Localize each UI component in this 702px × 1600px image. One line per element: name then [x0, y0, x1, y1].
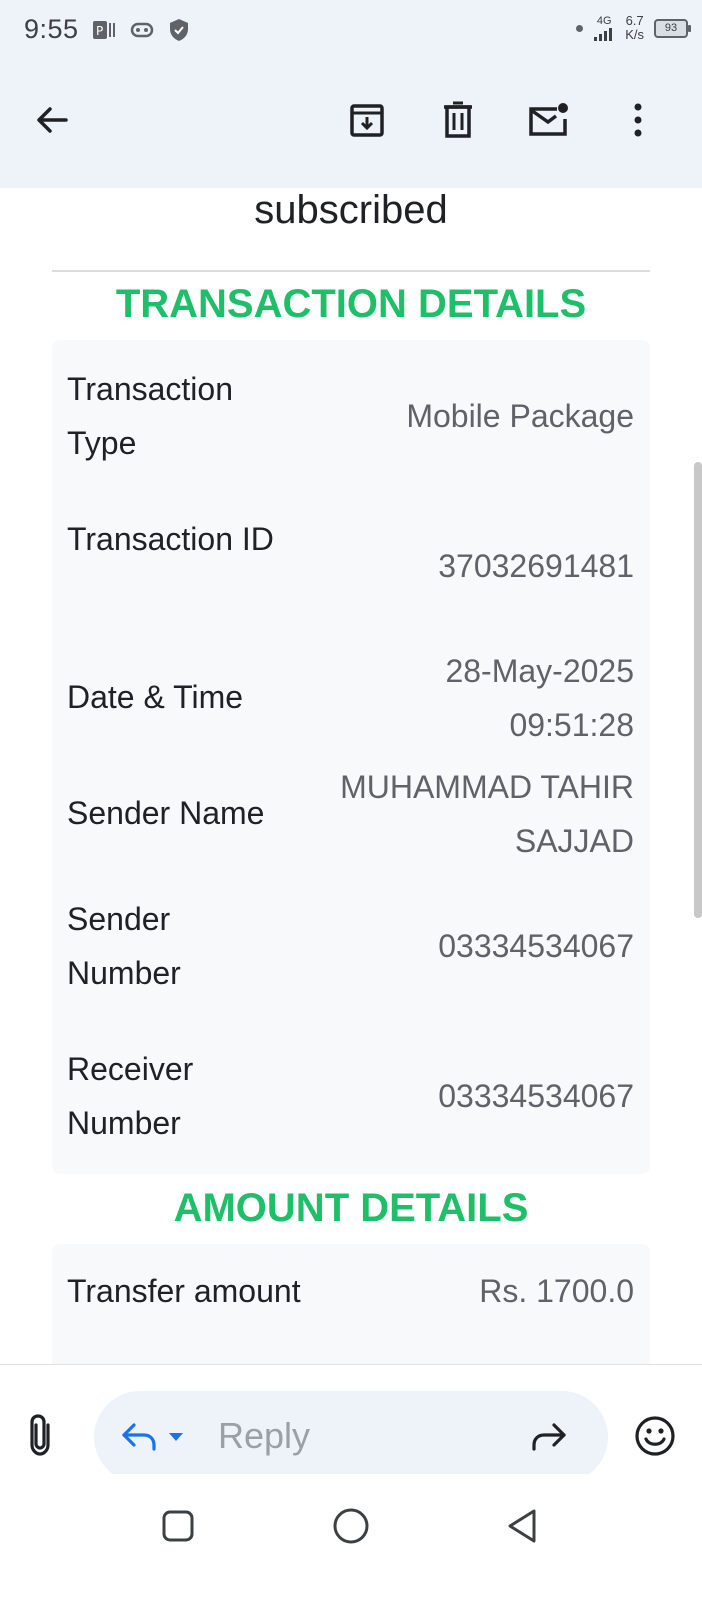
intro-text: subscribed	[254, 188, 448, 232]
gamepad-icon	[130, 22, 154, 38]
status-bar: 9:55 P 4G 6.7 K/s 93	[0, 0, 702, 66]
archive-icon	[350, 104, 384, 137]
home-button[interactable]	[331, 1506, 371, 1551]
row-label: Sender Number	[67, 901, 181, 991]
system-nav-bar	[0, 1474, 702, 1600]
row-value: MUHAMMAD TAHIR SAJJAD	[340, 769, 634, 859]
chevron-down-icon	[169, 1433, 183, 1441]
row-value: Rs. 1700.0	[479, 1273, 634, 1309]
amount-details-card: Transfer amount Rs. 1700.0	[52, 1244, 650, 1364]
notification-dot	[576, 24, 584, 32]
signal-indicator: 4G	[593, 14, 615, 41]
battery-icon: 93	[654, 18, 691, 38]
mark-unread-button[interactable]	[525, 96, 573, 144]
svg-text:P: P	[96, 24, 103, 38]
reply-input[interactable]: Reply	[94, 1391, 608, 1483]
network-speed: 6.7 K/s	[625, 14, 644, 42]
network-type: 4G	[596, 14, 612, 27]
archive-button[interactable]	[343, 96, 391, 144]
forward-button[interactable]	[530, 1421, 568, 1458]
reply-placeholder: Reply	[218, 1415, 311, 1456]
row-value: 37032691481	[438, 548, 634, 584]
attach-button[interactable]	[26, 1413, 66, 1461]
transaction-details-title: TRANSACTION DETAILS	[115, 282, 587, 326]
recents-icon	[162, 1510, 194, 1542]
battery-level: 93	[664, 21, 678, 34]
status-notification-icons: P	[92, 18, 190, 42]
emoji-icon	[635, 1416, 675, 1456]
back-triangle-icon	[508, 1509, 536, 1543]
status-right-icons: 4G 6.7 K/s 93	[576, 14, 691, 42]
mark-unread-icon	[529, 103, 568, 136]
email-body: subscribed TRANSACTION DETAILS Transacti…	[0, 188, 702, 1364]
more-vert-icon	[634, 103, 642, 137]
reply-icon	[122, 1423, 156, 1451]
row-label: Date & Time	[67, 679, 244, 715]
speed-value: 6.7	[625, 13, 644, 28]
back-arrow-icon	[37, 107, 68, 133]
row-label: Sender Name	[67, 795, 265, 831]
reply-all-dropdown[interactable]	[120, 1421, 184, 1453]
home-icon	[333, 1508, 369, 1544]
shield-icon	[170, 19, 188, 41]
back-button[interactable]	[28, 96, 76, 144]
row-value: 03334534067	[438, 928, 634, 964]
reply-bar: Reply	[0, 1364, 702, 1483]
row-label: Receiver Number	[67, 1051, 194, 1141]
divider	[52, 270, 650, 272]
row-label: Transaction Type	[67, 371, 233, 461]
delete-icon	[444, 101, 472, 138]
forward-icon	[532, 1423, 566, 1451]
delete-button[interactable]	[434, 96, 482, 144]
transaction-details-card: Transaction Type Mobile Package Transact…	[52, 340, 650, 1174]
status-time: 9:55	[24, 14, 79, 44]
row-value: Mobile Package	[406, 398, 634, 434]
row-label: Transaction ID	[67, 521, 274, 557]
signal-icon	[594, 27, 613, 41]
notification-app-icon: P	[93, 21, 115, 39]
emoji-button[interactable]	[634, 1415, 676, 1462]
speed-unit: K/s	[625, 27, 644, 42]
email-toolbar	[0, 66, 702, 188]
scrollbar[interactable]	[694, 462, 702, 918]
more-options-button[interactable]	[614, 96, 662, 144]
back-nav-button[interactable]	[504, 1506, 540, 1551]
attachment-icon	[30, 1414, 50, 1456]
row-value: 03334534067	[438, 1078, 634, 1114]
recents-button[interactable]	[160, 1508, 196, 1549]
amount-details-title: AMOUNT DETAILS	[173, 1186, 529, 1230]
row-value: 28-May-2025 09:51:28	[445, 653, 634, 743]
